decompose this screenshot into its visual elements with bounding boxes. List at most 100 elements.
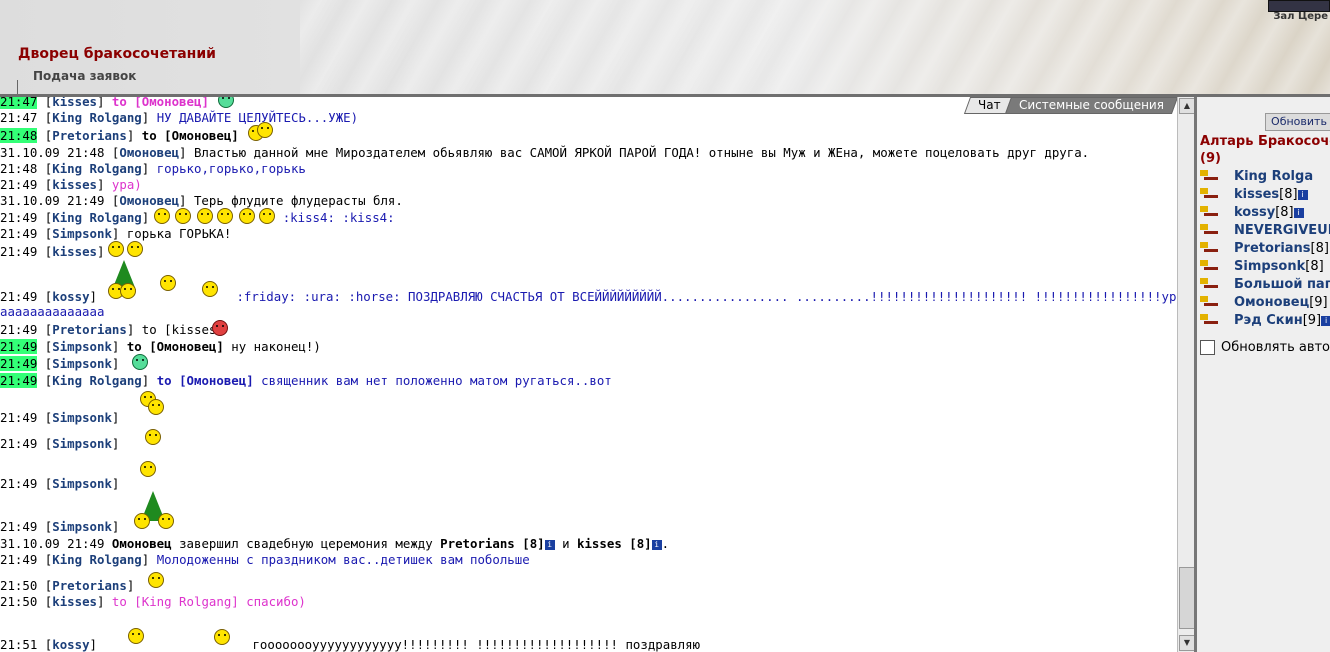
banner-decoration xyxy=(300,0,1330,96)
message-nick[interactable]: Simpsonk xyxy=(52,519,112,534)
message-nick[interactable]: Simpsonk xyxy=(52,226,112,241)
chat-tabs: Чат Системные сообщения xyxy=(964,97,1177,114)
message-nick[interactable]: kossy xyxy=(52,637,89,652)
message-nick[interactable]: Pretorians xyxy=(52,128,127,143)
message-nick[interactable]: Simpsonk xyxy=(52,356,112,371)
user-list: King Rolga kisses[8] i kossy[8] i NEVERGIV… xyxy=(1200,169,1330,331)
user-row[interactable]: NEVERGIVEUP xyxy=(1200,223,1330,241)
message-nick[interactable]: Pretorians xyxy=(52,322,127,337)
message-nick[interactable]: King Rolgang xyxy=(52,373,142,388)
emoticon-icon xyxy=(148,572,164,588)
emoticon-icon xyxy=(218,97,234,108)
chat-message: 21:49 [King Rolgang] to [Омоновец] свяще… xyxy=(0,373,612,388)
info-icon[interactable]: i xyxy=(1321,315,1330,326)
scroll-thumb[interactable] xyxy=(1179,567,1195,629)
emoticon-icon xyxy=(175,208,191,224)
message-nick[interactable]: Омоновец xyxy=(119,193,179,208)
chat-message: 21:50 [Pretorians] xyxy=(0,578,135,593)
user-row[interactable]: Омоновец[9] xyxy=(1200,295,1330,313)
clan-icon xyxy=(1200,295,1218,310)
message-nick[interactable]: kisses xyxy=(52,594,97,609)
chat-message: 21:48 [King Rolgang] горько,горько,горьк… xyxy=(0,161,306,176)
applications-link[interactable]: Подача заявок xyxy=(33,69,136,83)
message-nick[interactable]: King Rolgang xyxy=(52,552,142,567)
scroll-up-button[interactable]: ▲ xyxy=(1179,98,1195,114)
emoticon-icon xyxy=(257,122,273,138)
tab-system-messages[interactable]: Системные сообщения xyxy=(1004,97,1177,114)
chat-message: 21:47 [kisses] to [Омоновец] xyxy=(0,97,209,109)
message-nick[interactable]: Simpsonk xyxy=(52,339,112,354)
message-nick[interactable]: Омоновец xyxy=(119,145,179,160)
user-count: (9) xyxy=(1200,151,1221,166)
emoticon-icon xyxy=(132,354,148,370)
message-nick[interactable]: Simpsonk xyxy=(52,476,112,491)
chat-message-continued: aaaaaaaaaaaaaa xyxy=(0,304,105,319)
subtitle-line xyxy=(17,80,18,94)
chat-message: 21:49 [kisses] ура) xyxy=(0,177,142,192)
sidebar-users: Обновить Алтарь Бракосоче (9) King Rolga… xyxy=(1194,97,1330,652)
emoticon-icon xyxy=(127,241,143,257)
info-icon[interactable]: i xyxy=(544,539,555,550)
clan-icon xyxy=(1200,169,1218,184)
hall-link[interactable]: Зал Цере xyxy=(1273,11,1328,22)
message-nick[interactable]: kisses xyxy=(52,97,97,109)
clan-icon xyxy=(1200,223,1218,238)
emoticon-icon xyxy=(259,208,275,224)
chat-log[interactable]: Чат Системные сообщения 21:47 [kisses] t… xyxy=(0,97,1177,652)
emoticon-icon xyxy=(140,461,156,477)
chat-scrollbar[interactable]: ▲ ▼ xyxy=(1177,97,1195,652)
emoticon-icon xyxy=(197,208,213,224)
emoticon-icon xyxy=(134,513,150,529)
info-icon[interactable]: i xyxy=(651,539,662,550)
message-nick[interactable]: King Rolgang xyxy=(52,161,142,176)
message-nick[interactable]: Simpsonk xyxy=(52,410,112,425)
auto-refresh-checkbox[interactable] xyxy=(1200,340,1215,355)
room-title: Алтарь Бракосоче xyxy=(1200,134,1330,149)
clan-icon xyxy=(1200,187,1218,202)
top-banner: Дворец бракосочетаний Подача заявок Зал … xyxy=(0,0,1330,96)
chat-message: 21:49 [kossy] :friday: :ura: :horse: ПОЗ… xyxy=(0,289,1177,304)
user-row[interactable]: Рэд Скин[9] i xyxy=(1200,313,1330,331)
user-row[interactable]: Pretorians[8] xyxy=(1200,241,1330,259)
emoticon-icon xyxy=(108,241,124,257)
info-icon[interactable]: i xyxy=(1297,189,1308,200)
auto-refresh-row: Обновлять авто xyxy=(1200,340,1330,355)
scroll-down-button[interactable]: ▼ xyxy=(1179,635,1195,651)
info-icon[interactable]: i xyxy=(1293,207,1304,218)
user-row[interactable]: King Rolga xyxy=(1200,169,1330,187)
message-nick[interactable]: Pretorians xyxy=(52,578,127,593)
chat-message: 21:51 [kossy] гоооооооуууууууууууу!!!!!!… xyxy=(0,637,701,652)
message-nick[interactable]: kisses xyxy=(52,244,97,259)
chat-message: 21:49 [Simpsonk] xyxy=(0,436,120,451)
chat-message: 31.10.09 21:48 [Омоновец] Властью данной… xyxy=(0,145,1090,160)
emoticon-icon xyxy=(148,399,164,415)
refresh-button[interactable]: Обновить xyxy=(1265,113,1330,131)
chat-message: 21:49 [Simpsonk] горька ГОРЬКА! xyxy=(0,226,232,241)
user-row[interactable]: Simpsonk[8] xyxy=(1200,259,1330,277)
chat-message: 21:49 [Simpsonk] xyxy=(0,476,120,491)
chat-message: 21:49 [kisses] xyxy=(0,244,105,259)
chat-message: 21:49 [Simpsonk] xyxy=(0,519,120,534)
chat-message: 21:49 [Simpsonk] xyxy=(0,356,120,371)
emoticon-icon xyxy=(239,208,255,224)
chat-message: 21:49 [Simpsonk] xyxy=(0,410,120,425)
clan-icon xyxy=(1200,241,1218,256)
user-row[interactable]: Большой пап xyxy=(1200,277,1330,295)
emoticon-icon xyxy=(145,429,161,445)
message-nick[interactable]: King Rolgang xyxy=(52,110,142,125)
emoticon-icon xyxy=(154,208,170,224)
message-nick[interactable]: kisses xyxy=(52,177,97,192)
chat-message: 21:50 [kisses] to [King Rolgang] спасибо… xyxy=(0,594,306,609)
message-nick[interactable]: kossy xyxy=(52,289,89,304)
message-nick[interactable]: King Rolgang xyxy=(52,210,142,225)
system-message: 31.10.09 21:49 Омоновец завершил свадебн… xyxy=(0,536,670,551)
chat-message: 21:48 [Pretorians] to [Омоновец] xyxy=(0,128,239,143)
auto-refresh-label: Обновлять авто xyxy=(1221,340,1330,355)
chat-message: 21:49 [Pretorians] to [kisses] xyxy=(0,322,224,337)
emoticon-icon xyxy=(212,320,228,336)
chat-message: 21:49 [Simpsonk] to [Омоновец] ну наконе… xyxy=(0,339,321,354)
user-row[interactable]: kisses[8] i xyxy=(1200,187,1330,205)
user-row[interactable]: kossy[8] i xyxy=(1200,205,1330,223)
clan-icon xyxy=(1200,259,1218,274)
message-nick[interactable]: Simpsonk xyxy=(52,436,112,451)
